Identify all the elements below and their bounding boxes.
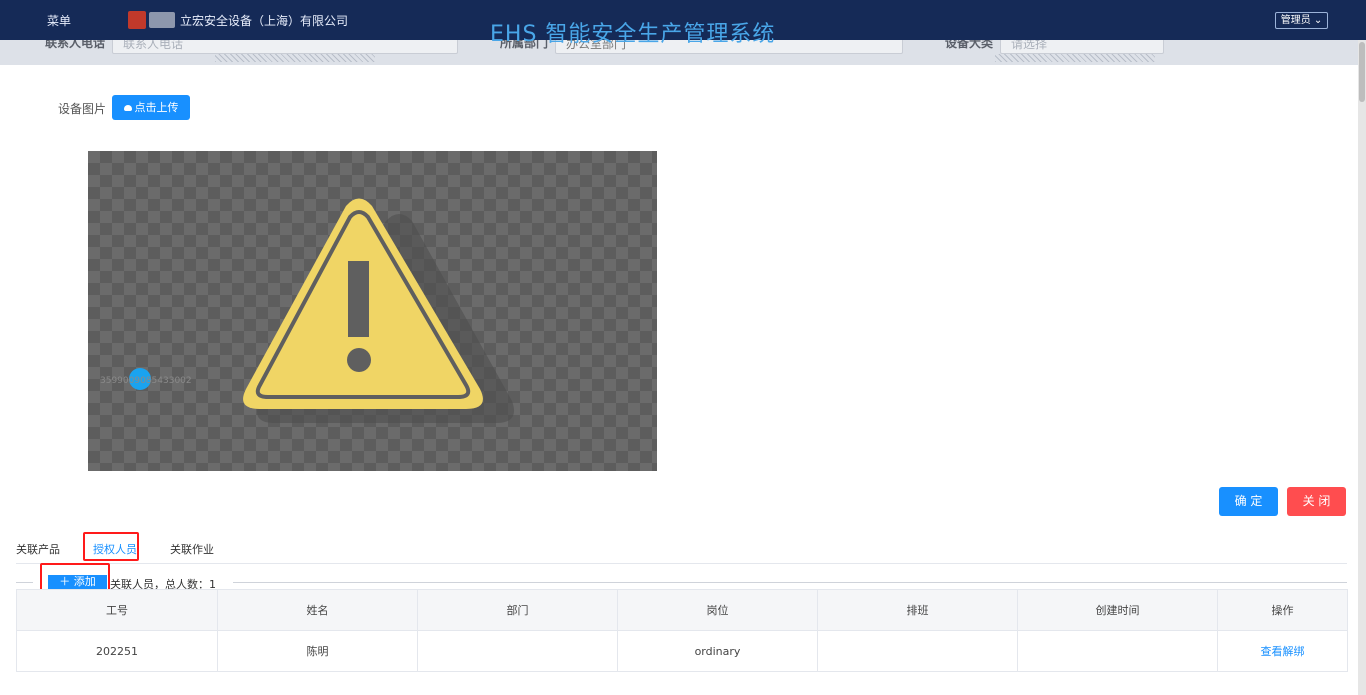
decorative-hatch — [215, 54, 375, 62]
scrollbar[interactable] — [1358, 40, 1366, 695]
unbind-link[interactable]: 解绑 — [1283, 645, 1305, 658]
scrollbar-thumb[interactable] — [1359, 42, 1365, 102]
system-title: EHS 智能安全生产管理系统 — [490, 22, 776, 47]
device-dialog — [0, 65, 1360, 695]
company-name: 立宏安全设备（上海）有限公司 — [180, 14, 349, 28]
user-menu[interactable]: 管理员 ⌄ — [1275, 12, 1328, 29]
brand-logo — [149, 12, 175, 28]
cloud-upload-icon — [123, 105, 132, 111]
upload-button[interactable]: 点击上传 — [112, 95, 190, 120]
upload-label: 点击上传 — [134, 101, 179, 114]
company-logo — [128, 11, 146, 29]
chevron-down-icon: ⌄ — [1313, 15, 1323, 26]
menu-button[interactable]: 菜单 — [47, 12, 71, 29]
view-link[interactable]: 查看 — [1261, 645, 1283, 658]
user-menu-label: 管理员 — [1280, 15, 1311, 26]
decorative-hatch — [995, 54, 1155, 62]
